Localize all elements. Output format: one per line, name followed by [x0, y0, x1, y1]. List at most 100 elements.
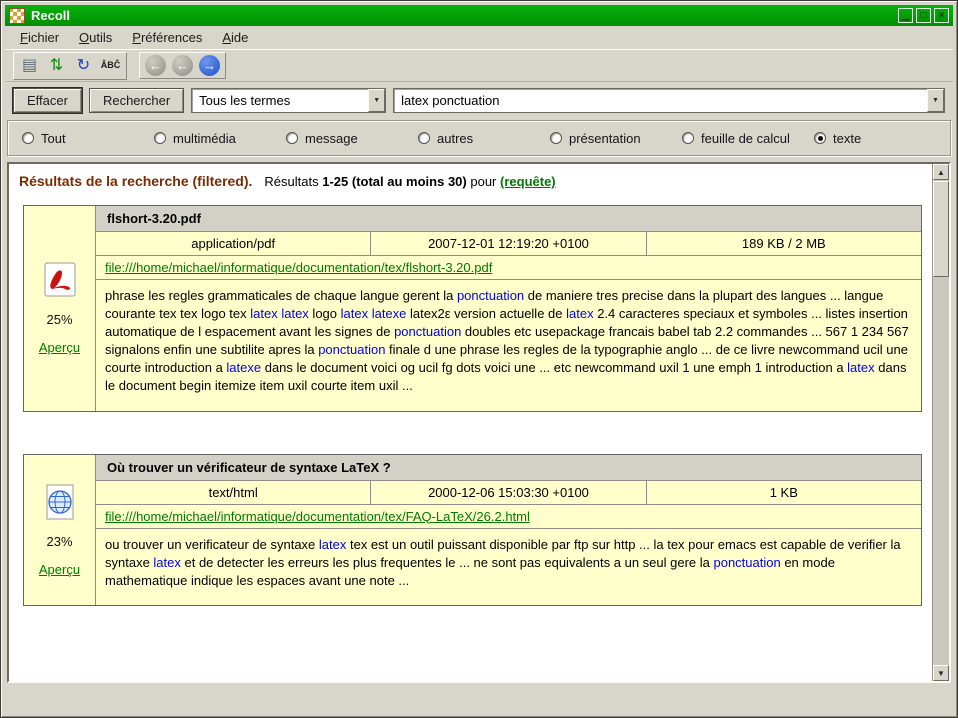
term-explorer-icon[interactable]: ÂBĈ [98, 55, 123, 77]
result-main: flshort-3.20.pdfapplication/pdf2007-12-0… [96, 206, 921, 411]
search-button[interactable]: Rechercher [89, 88, 184, 113]
abstract-text: dans le document voici og ucil fg dots v… [261, 360, 847, 375]
nav-next-page-icon[interactable]: → [199, 55, 220, 76]
result-size: 1 KB [647, 481, 921, 504]
highlighted-term: latex latex [250, 306, 309, 321]
scroll-up-icon[interactable]: ▲ [933, 164, 949, 180]
result-size: 189 KB / 2 MB [647, 232, 921, 255]
tools-menu[interactable]: Outils [70, 28, 121, 47]
history-icon[interactable]: ↻ [71, 55, 96, 77]
search-mode-value: Tous les termes [192, 93, 368, 108]
radio-presentation-icon[interactable] [550, 132, 562, 144]
result-main: Où trouver un vérificateur de syntaxe La… [96, 455, 921, 606]
radio-feuille-de-calcul-icon[interactable] [682, 132, 694, 144]
highlighted-term: latex [847, 360, 874, 375]
highlighted-term: latex [566, 306, 593, 321]
nav-prev-page-icon[interactable]: ← [172, 55, 193, 76]
filter-label-message: message [305, 131, 358, 146]
preferences-menu[interactable]: Préférences [123, 28, 211, 47]
result-abstract: phrase les regles grammaticales de chaqu… [96, 280, 921, 411]
highlighted-term: latexe [226, 360, 261, 375]
radio-autres-icon[interactable] [418, 132, 430, 144]
result-title: flshort-3.20.pdf [96, 206, 921, 232]
clear-search-icon[interactable]: ▤ [17, 55, 42, 77]
result-url-link[interactable]: file:///home/michael/informatique/docume… [105, 260, 492, 275]
filter-label-multimedia: multimédia [173, 131, 236, 146]
highlighted-term: latex [319, 537, 346, 552]
help-menu[interactable]: Aide [213, 28, 257, 47]
titlebar[interactable]: Recoll ▁ □ × [5, 5, 953, 26]
scrollbar-thumb[interactable] [933, 181, 949, 277]
window-title: Recoll [31, 8, 70, 23]
search-mode-select[interactable]: Tous les termes ▼ [191, 88, 386, 113]
filter-texte[interactable]: texte [814, 131, 861, 146]
query-link[interactable]: (requête) [500, 174, 556, 189]
results-scroll-region: Résultats de la recherche (filtered). Rés… [9, 164, 932, 681]
close-button[interactable]: × [934, 8, 949, 23]
filter-multimedia[interactable]: multimédia [154, 131, 286, 146]
results-range: 1-25 (total au moins 30) [322, 174, 466, 189]
radio-tout-icon[interactable] [22, 132, 34, 144]
filter-feuille-de-calcul[interactable]: feuille de calcul [682, 131, 814, 146]
recoll-window: Recoll ▁ □ × FichierOutilsPréférencesAid… [0, 0, 958, 718]
scroll-down-icon[interactable]: ▼ [933, 665, 949, 681]
results-area: Résultats de la recherche (filtered). Rés… [7, 162, 951, 683]
clear-button[interactable]: Effacer [13, 88, 82, 113]
abstract-text: phrase les regles grammaticales de chaqu… [105, 288, 457, 303]
update-index-icon[interactable]: ⇅ [44, 55, 69, 77]
maximize-button[interactable]: □ [916, 8, 931, 23]
filter-label-tout: Tout [41, 131, 66, 146]
result-item: 25%Aperçuflshort-3.20.pdfapplication/pdf… [23, 205, 922, 412]
result-url-row: file:///home/michael/informatique/docume… [96, 256, 921, 280]
result-item: 23%AperçuOù trouver un vérificateur de s… [23, 454, 922, 607]
abstract-text: latex2ε version actuelle de [406, 306, 566, 321]
result-url-link[interactable]: file:///home/michael/informatique/docume… [105, 509, 530, 524]
query-combo: ▼ [393, 88, 945, 113]
radio-message-icon[interactable] [286, 132, 298, 144]
minimize-button[interactable]: ▁ [898, 8, 913, 23]
filter-label-presentation: présentation [569, 131, 641, 146]
mode-chevron-down-icon[interactable]: ▼ [368, 89, 385, 112]
result-mime-type: text/html [96, 481, 371, 504]
filter-presentation[interactable]: présentation [550, 131, 682, 146]
results-header: Résultats de la recherche (filtered). Rés… [17, 170, 924, 197]
highlighted-term: latex [153, 555, 180, 570]
nav-first-page-icon[interactable]: ← [145, 55, 166, 76]
search-row: Effacer Rechercher Tous les termes ▼ ▼ [5, 82, 953, 118]
pdf-icon [42, 261, 78, 299]
menubar: FichierOutilsPréférencesAide [5, 26, 953, 49]
radio-texte-icon[interactable] [814, 132, 826, 144]
abstract-text: et de detecter les erreurs les plus freq… [181, 555, 714, 570]
result-date: 2000-12-06 15:03:30 +0100 [371, 481, 646, 504]
highlighted-term: latex latexe [341, 306, 407, 321]
abstract-text: ou trouver un verificateur de syntaxe [105, 537, 319, 552]
query-chevron-down-icon[interactable]: ▼ [927, 89, 944, 112]
result-side-panel: 25%Aperçu [24, 206, 96, 411]
results-title: Résultats de la recherche (filtered). [19, 173, 252, 189]
category-filter: Tout multimédia message autres présentation f… [7, 120, 951, 156]
html-icon [42, 483, 78, 521]
radio-multimedia-icon[interactable] [154, 132, 166, 144]
query-input[interactable] [394, 89, 927, 112]
abstract-text: logo [309, 306, 341, 321]
preview-link[interactable]: Aperçu [39, 562, 80, 577]
app-icon [9, 8, 25, 24]
file-menu[interactable]: Fichier [11, 28, 68, 47]
vertical-scrollbar[interactable]: ▲ ▼ [932, 164, 949, 681]
highlighted-term: ponctuation [394, 324, 461, 339]
result-abstract: ou trouver un verificateur de syntaxe la… [96, 529, 921, 606]
filter-autres[interactable]: autres [418, 131, 550, 146]
results-list: 25%Aperçuflshort-3.20.pdfapplication/pdf… [17, 205, 924, 606]
filter-message[interactable]: message [286, 131, 418, 146]
highlighted-term: ponctuation [713, 555, 780, 570]
filter-tout[interactable]: Tout [22, 131, 154, 146]
preview-link[interactable]: Aperçu [39, 340, 80, 355]
highlighted-term: ponctuation [318, 342, 385, 357]
result-mime-type: application/pdf [96, 232, 371, 255]
results-count: Résultats 1-25 (total au moins 30) pour … [264, 174, 555, 189]
result-meta-row: text/html2000-12-06 15:03:30 +01001 KB [96, 481, 921, 505]
toolbar-group-1: ▤⇅↻ÂBĈ [13, 52, 127, 80]
toolbar: ▤⇅↻ÂBĈ ← ← → [5, 49, 953, 82]
result-title: Où trouver un vérificateur de syntaxe La… [96, 455, 921, 481]
filter-label-texte: texte [833, 131, 861, 146]
